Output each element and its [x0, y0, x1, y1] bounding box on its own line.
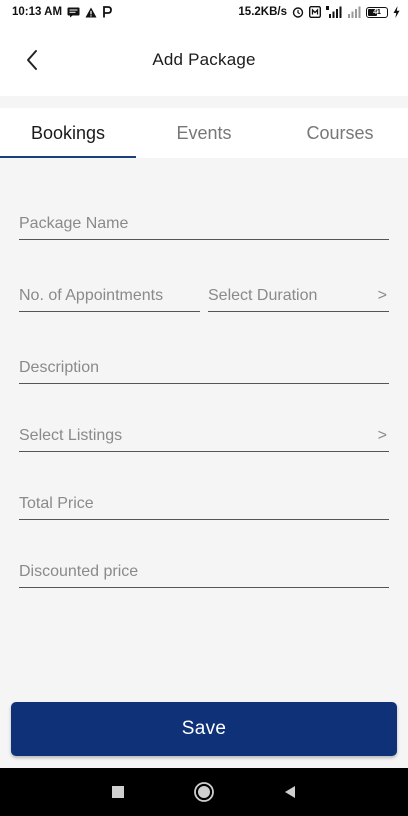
save-button[interactable]: Save	[11, 702, 397, 756]
status-bar: 10:13 AM 15.2KB/s 41	[0, 0, 408, 24]
package-name-field[interactable]: Package Name	[19, 206, 389, 240]
paytm-icon	[102, 6, 112, 18]
description-label: Description	[19, 359, 100, 376]
listings-select[interactable]: Select Listings >	[19, 418, 389, 452]
home-button[interactable]	[192, 780, 216, 804]
square-icon	[112, 786, 124, 798]
back-button[interactable]	[18, 46, 46, 74]
tab-bar: Bookings Events Courses	[0, 108, 408, 158]
app-bar: Add Package	[0, 24, 408, 96]
triangle-back-icon	[285, 786, 295, 798]
tab-courses[interactable]: Courses	[272, 108, 408, 158]
signal-icon	[326, 6, 342, 18]
charging-icon	[393, 6, 400, 18]
battery-icon: 41	[366, 6, 388, 18]
description-field[interactable]: Description	[19, 350, 389, 384]
package-name-label: Package Name	[19, 215, 129, 232]
recents-button[interactable]	[106, 780, 130, 804]
listings-label: Select Listings	[19, 427, 123, 444]
chevron-left-icon	[27, 50, 37, 70]
status-time: 10:13 AM	[12, 6, 63, 18]
chevron-right-icon: >	[377, 427, 387, 444]
alarm-icon	[292, 6, 304, 18]
duration-select[interactable]: Select Duration >	[208, 278, 389, 312]
total-price-field[interactable]: Total Price	[19, 486, 389, 520]
data-icon	[309, 6, 321, 18]
discounted-price-label: Discounted price	[19, 563, 139, 580]
tab-events[interactable]: Events	[136, 108, 272, 158]
signal-icon-2	[347, 6, 361, 18]
message-icon	[67, 7, 80, 18]
status-left: 10:13 AM	[12, 6, 112, 18]
status-right: 15.2KB/s 41	[238, 6, 400, 18]
duration-label: Select Duration	[208, 287, 318, 304]
chevron-right-icon: >	[377, 287, 387, 304]
appointments-label: No. of Appointments	[19, 287, 164, 304]
warning-icon	[85, 7, 97, 18]
battery-level: 41	[373, 8, 381, 16]
circle-icon	[194, 782, 214, 802]
appointments-field[interactable]: No. of Appointments	[19, 278, 200, 312]
page-title: Add Package	[152, 50, 256, 69]
network-speed: 15.2KB/s	[238, 6, 287, 18]
tab-bookings[interactable]: Bookings	[0, 108, 136, 158]
discounted-price-field[interactable]: Discounted price	[19, 554, 389, 588]
back-nav-button[interactable]	[278, 780, 302, 804]
system-nav-bar	[0, 768, 408, 816]
total-price-label: Total Price	[19, 495, 94, 512]
